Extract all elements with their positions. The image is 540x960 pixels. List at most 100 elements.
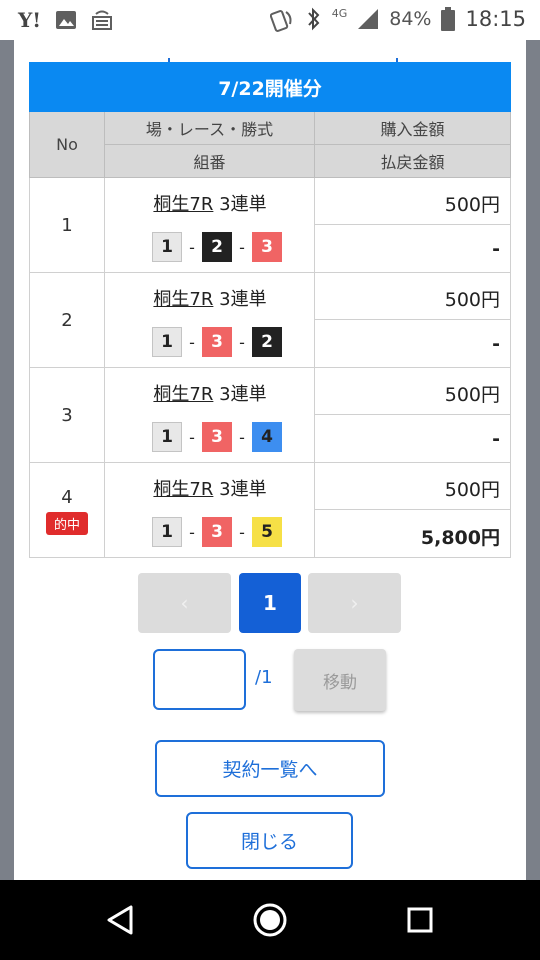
hit-badge: 的中 bbox=[45, 511, 88, 535]
combo-separator: - bbox=[189, 522, 195, 542]
row-number-cell: 2 bbox=[29, 273, 105, 368]
amount-divider bbox=[315, 319, 511, 320]
row-number: 2 bbox=[61, 310, 73, 331]
table-row: 3 桐生7R 3連単 1-3-4 500円 - bbox=[29, 368, 511, 463]
navigation-bar bbox=[0, 880, 540, 960]
combination: 1-3-5 bbox=[152, 517, 282, 547]
race-info: 桐生7R 3連単 bbox=[105, 380, 315, 406]
amount-cell: 500円 - bbox=[315, 368, 511, 463]
payout-amount: - bbox=[492, 333, 500, 355]
race-cell: 桐生7R 3連単 1-3-5 bbox=[105, 463, 315, 558]
combo-number-box: 1 bbox=[152, 517, 182, 547]
race-cell: 桐生7R 3連単 1-3-4 bbox=[105, 368, 315, 463]
combination: 1-3-4 bbox=[152, 422, 282, 452]
close-button[interactable]: 閉じる bbox=[186, 812, 353, 869]
bluetooth-icon bbox=[307, 7, 320, 31]
combo-number-box: 5 bbox=[252, 517, 282, 547]
amount-cell: 500円 5,800円 bbox=[315, 463, 511, 558]
battery-percent: 84% bbox=[389, 8, 432, 30]
home-nav-icon[interactable] bbox=[252, 902, 288, 938]
nfc-icon bbox=[269, 10, 292, 32]
row-number: 1 bbox=[61, 215, 73, 236]
background-left-edge bbox=[0, 40, 14, 880]
combo-number-box: 3 bbox=[252, 232, 282, 262]
header-no: No bbox=[29, 112, 105, 178]
modal-title: 7/22開催分 bbox=[29, 62, 511, 112]
header-combo: 組番 bbox=[105, 145, 315, 178]
combo-number-box: 1 bbox=[152, 232, 182, 262]
status-bar: Y! 4G 84% 18:15 bbox=[0, 0, 540, 40]
race-info: 桐生7R 3連単 bbox=[105, 285, 315, 311]
amount-divider bbox=[315, 509, 511, 510]
bet-type: 3連単 bbox=[219, 384, 267, 405]
table-row: 1 桐生7R 3連単 1-2-3 500円 - bbox=[29, 178, 511, 273]
battery-icon bbox=[441, 7, 456, 31]
bet-type: 3連単 bbox=[219, 479, 267, 500]
combo-number-box: 3 bbox=[202, 422, 232, 452]
background-right-edge bbox=[526, 40, 540, 880]
table-header: No 場・レース・勝式 購入金額 組番 払戻金額 bbox=[29, 112, 511, 178]
amount-cell: 500円 - bbox=[315, 178, 511, 273]
combo-separator: - bbox=[189, 332, 195, 352]
amount-divider bbox=[315, 224, 511, 225]
header-payout: 払戻金額 bbox=[315, 145, 511, 178]
combo-separator: - bbox=[189, 427, 195, 447]
race-info: 桐生7R 3連単 bbox=[105, 475, 315, 501]
yahoo-icon: Y! bbox=[18, 8, 42, 32]
combination: 1-3-2 bbox=[152, 327, 282, 357]
payout-amount: - bbox=[492, 238, 500, 260]
news-icon bbox=[92, 10, 113, 30]
gallery-icon bbox=[56, 11, 77, 29]
combo-number-box: 2 bbox=[252, 327, 282, 357]
table-row: 2 桐生7R 3連単 1-3-2 500円 - bbox=[29, 273, 511, 368]
combo-separator: - bbox=[239, 332, 245, 352]
next-page-button[interactable]: › bbox=[308, 573, 401, 633]
recents-nav-icon[interactable] bbox=[402, 902, 438, 938]
row-number: 4 bbox=[61, 486, 73, 508]
race-link[interactable]: 桐生7R bbox=[153, 289, 213, 310]
combo-separator: - bbox=[189, 237, 195, 257]
row-number: 3 bbox=[61, 405, 73, 426]
combo-separator: - bbox=[239, 237, 245, 257]
race-info: 桐生7R 3連単 bbox=[105, 190, 315, 216]
purchase-amount: 500円 bbox=[444, 384, 500, 406]
bet-type: 3連単 bbox=[219, 289, 267, 310]
combo-number-box: 3 bbox=[202, 327, 232, 357]
bet-history-modal: 7/22開催分 No 場・レース・勝式 購入金額 組番 払戻金額 1 桐生7R … bbox=[14, 40, 526, 880]
combo-separator: - bbox=[239, 427, 245, 447]
page-total: /1 bbox=[255, 667, 273, 688]
race-cell: 桐生7R 3連単 1-3-2 bbox=[105, 273, 315, 368]
purchase-amount: 500円 bbox=[444, 194, 500, 216]
row-number-cell: 1 bbox=[29, 178, 105, 273]
combo-separator: - bbox=[239, 522, 245, 542]
clock: 18:15 bbox=[465, 7, 526, 31]
purchase-amount: 500円 bbox=[444, 289, 500, 311]
race-link[interactable]: 桐生7R bbox=[153, 479, 213, 500]
race-cell: 桐生7R 3連単 1-2-3 bbox=[105, 178, 315, 273]
payout-amount: 5,800円 bbox=[420, 527, 500, 549]
race-link[interactable]: 桐生7R bbox=[153, 194, 213, 215]
combo-number-box: 3 bbox=[202, 517, 232, 547]
race-link[interactable]: 桐生7R bbox=[153, 384, 213, 405]
back-nav-icon[interactable] bbox=[102, 902, 138, 938]
bet-type: 3連単 bbox=[219, 194, 267, 215]
header-purchase: 購入金額 bbox=[315, 112, 511, 145]
network-type-label: 4G bbox=[331, 6, 348, 20]
payout-amount: - bbox=[492, 428, 500, 450]
prev-page-button[interactable]: ‹ bbox=[138, 573, 231, 633]
amount-cell: 500円 - bbox=[315, 273, 511, 368]
signal-icon bbox=[358, 9, 379, 29]
combo-number-box: 1 bbox=[152, 327, 182, 357]
purchase-amount: 500円 bbox=[444, 479, 500, 501]
table-row: 4 的中 桐生7R 3連単 1-3-5 500円 5,800円 bbox=[29, 463, 511, 558]
current-page-button[interactable]: 1 bbox=[239, 573, 301, 633]
combo-number-box: 1 bbox=[152, 422, 182, 452]
contract-list-button[interactable]: 契約一覧へ bbox=[155, 740, 385, 797]
move-button[interactable]: 移動 bbox=[294, 649, 386, 711]
combo-number-box: 2 bbox=[202, 232, 232, 262]
amount-divider bbox=[315, 414, 511, 415]
combination: 1-2-3 bbox=[152, 232, 282, 262]
row-number-cell: 3 bbox=[29, 368, 105, 463]
row-number-cell: 4 的中 bbox=[29, 463, 105, 558]
page-number-input[interactable] bbox=[153, 649, 246, 710]
